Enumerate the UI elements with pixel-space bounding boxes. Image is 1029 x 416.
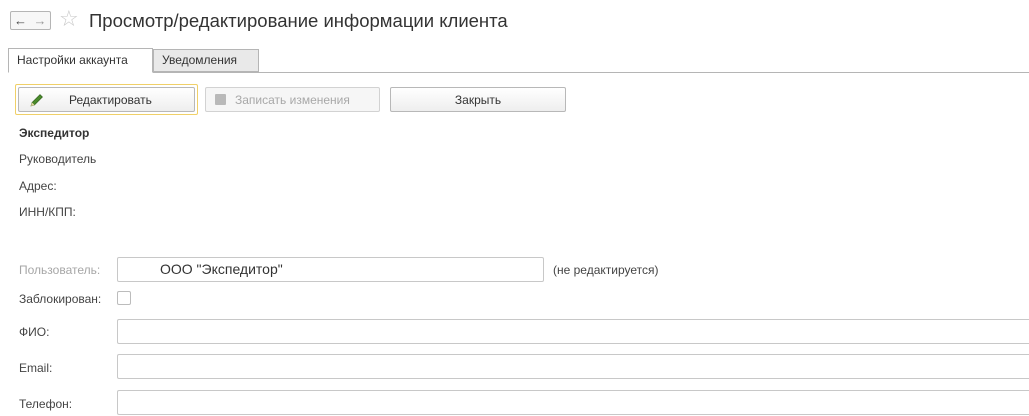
user-label: Пользователь: [19, 263, 101, 277]
phone-label: Телефон: [19, 397, 73, 411]
user-field[interactable]: ООО "Экспедитор" [117, 257, 544, 282]
blocked-checkbox[interactable] [117, 291, 131, 305]
save-button-label: Записать изменения [235, 92, 350, 107]
arrow-left-icon: ← [14, 13, 27, 28]
email-label: Email: [19, 361, 53, 375]
tab-account-settings[interactable]: Настройки аккаунта [8, 48, 153, 73]
close-button[interactable]: Закрыть [390, 87, 566, 112]
address-label: Адрес: [19, 179, 57, 193]
fio-label: ФИО: [19, 325, 50, 339]
user-field-value: ООО "Экспедитор" [160, 261, 283, 277]
pencil-icon [29, 92, 45, 111]
tabs-divider [8, 72, 1029, 73]
tab-notifications[interactable]: Уведомления [153, 49, 259, 72]
forward-button[interactable]: → [30, 11, 51, 30]
manager-label: Руководитель [19, 152, 97, 166]
phone-field[interactable] [117, 390, 1029, 415]
page-title: Просмотр/редактирование информации клиен… [89, 10, 508, 31]
save-icon [215, 94, 226, 105]
fio-field[interactable] [117, 319, 1029, 344]
arrow-right-icon: → [33, 13, 47, 28]
tab-label: Настройки аккаунта [17, 53, 128, 67]
close-button-label: Закрыть [454, 92, 502, 107]
inn-kpp-label: ИНН/КПП: [19, 205, 76, 219]
save-changes-button[interactable]: Записать изменения [205, 87, 380, 112]
blocked-label: Заблокирован: [19, 292, 102, 306]
email-field[interactable] [117, 354, 1029, 379]
edit-button[interactable]: Редактировать [18, 87, 195, 112]
back-button[interactable]: ← [10, 11, 31, 30]
user-not-editable-note: (не редактируется) [553, 263, 659, 277]
edit-button-label: Редактировать [69, 92, 152, 107]
company-name: Экспедитор [19, 126, 90, 140]
star-icon[interactable]: ☆ [59, 8, 79, 30]
tab-label: Уведомления [162, 53, 238, 67]
